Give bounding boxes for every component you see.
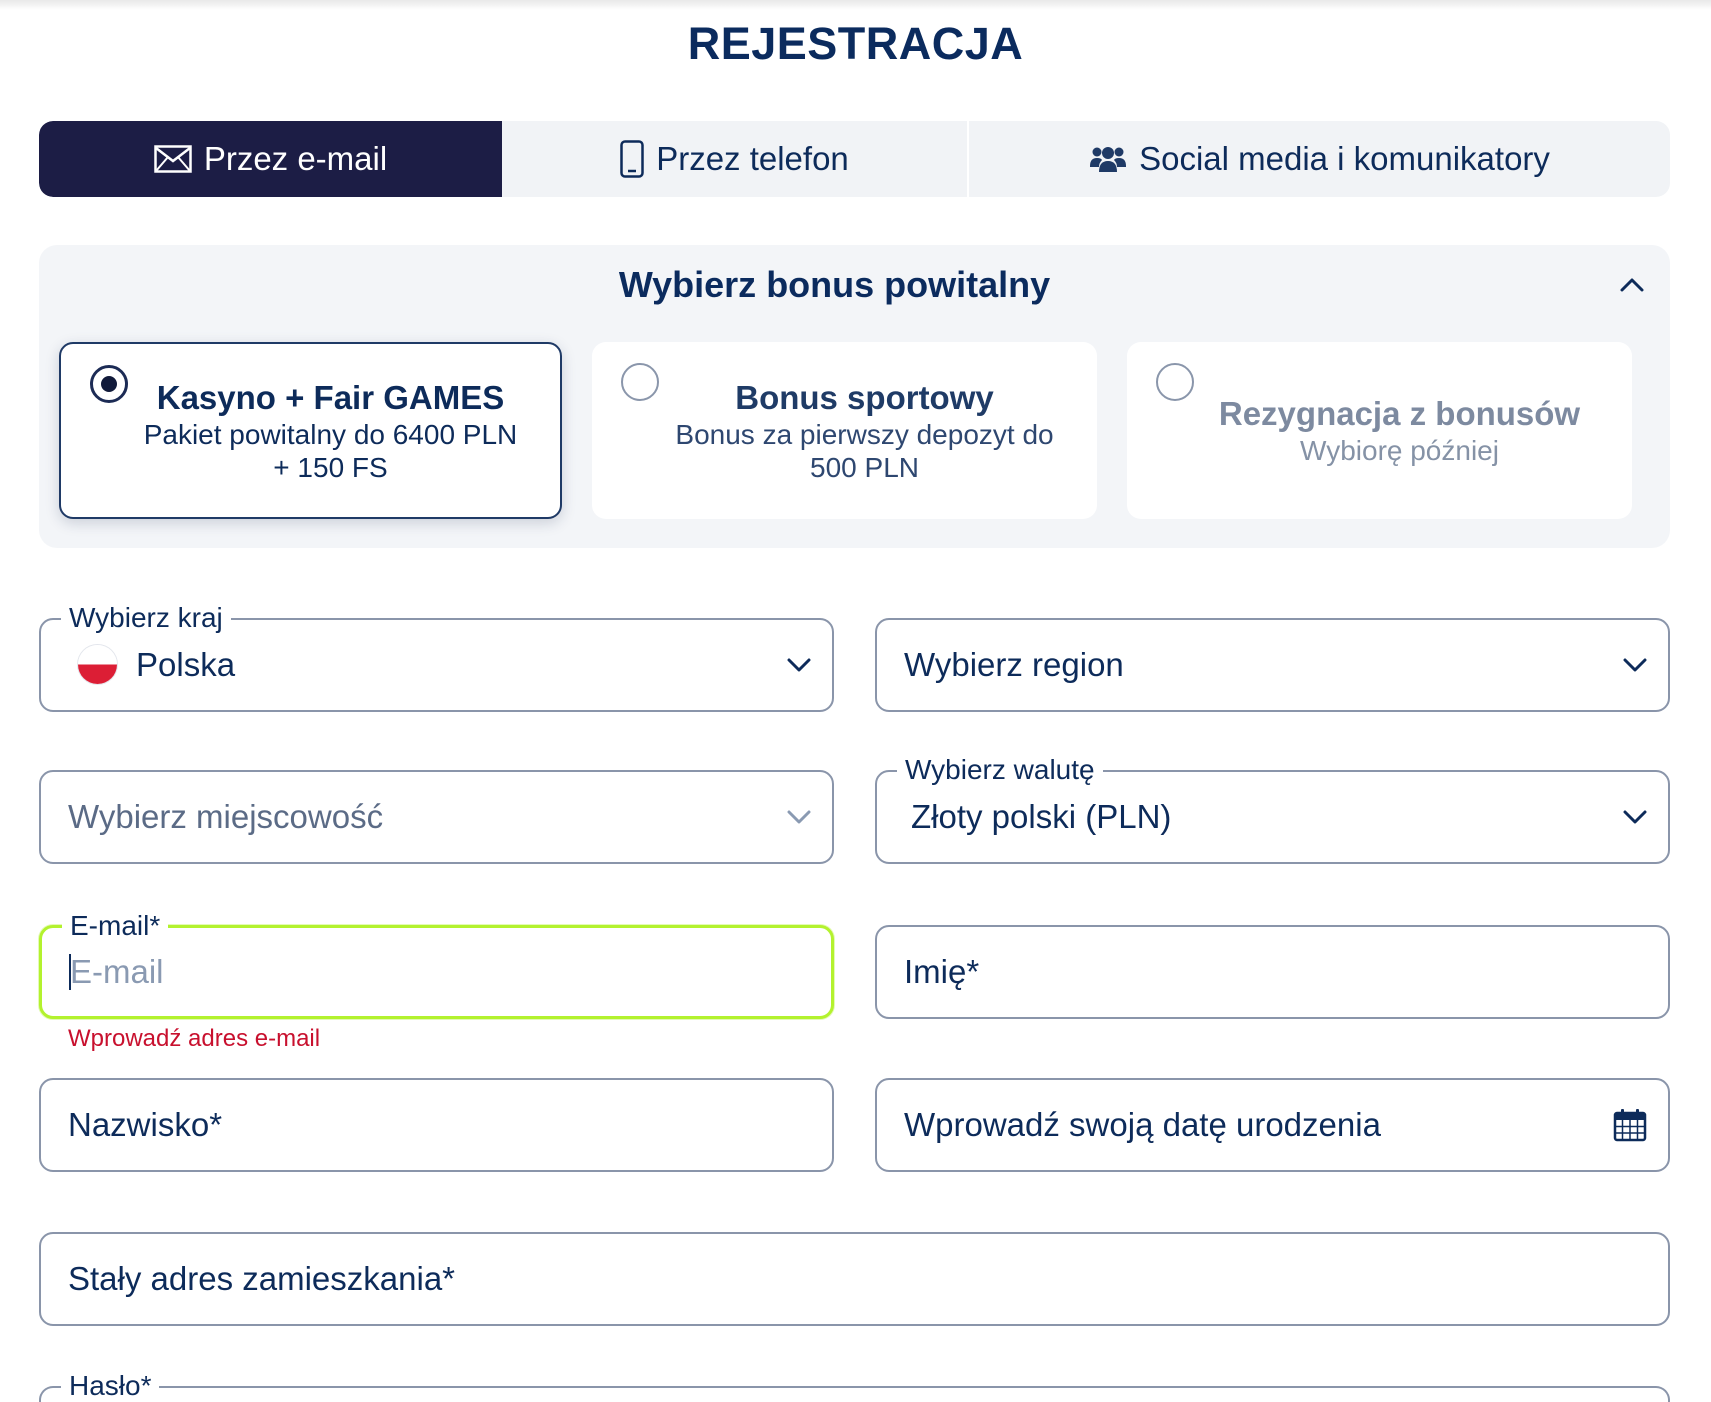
tab-phone-label: Przez telefon (656, 140, 849, 177)
tab-social-media[interactable]: Social media i komunikatory (969, 121, 1670, 197)
chevron-up-icon (1619, 277, 1645, 298)
birthdate-input[interactable] (877, 1080, 1668, 1170)
first-name-input[interactable] (877, 927, 1668, 1017)
currency-value: Złoty polski (PLN) (911, 798, 1172, 835)
city-placeholder: Wybierz miejscowość (68, 798, 384, 835)
country-value: Polska (136, 646, 236, 683)
page-title: REJESTRACJA (687, 18, 1024, 69)
bonus-panel-title: Wybierz bonus powitalny (618, 264, 1051, 305)
bonus-card-title: Bonus sportowy (735, 378, 994, 416)
chevron-down-icon (786, 653, 812, 677)
region-select[interactable]: Wybierz region (875, 618, 1670, 712)
bonus-card-subtitle: + 150 FS (273, 451, 388, 483)
registration-page: REJESTRACJA Przez e-mail Przez telefon S… (0, 0, 1711, 1402)
calendar-icon[interactable] (1612, 1107, 1648, 1143)
address-field[interactable] (39, 1232, 1670, 1326)
bonus-radio-sport[interactable] (621, 363, 659, 401)
tab-email[interactable]: Przez e-mail (39, 121, 502, 197)
address-input[interactable] (41, 1234, 1668, 1324)
bonus-card-subtitle: Pakiet powitalny do 6400 PLN (143, 418, 518, 450)
first-name-field[interactable] (875, 925, 1670, 1019)
email-field[interactable]: E-mail* (39, 910, 834, 1019)
phone-icon (620, 140, 644, 178)
text-caret (69, 954, 71, 990)
tab-email-label: Przez e-mail (203, 140, 388, 177)
chevron-down-icon (786, 805, 812, 829)
birthdate-field[interactable] (875, 1078, 1670, 1172)
bonus-card-casino[interactable]: Kasyno + Fair GAMES Pakiet powitalny do … (59, 342, 562, 519)
bonus-card-none[interactable]: Rezygnacja z bonusów Wybiorę później (1127, 342, 1632, 519)
collapse-bonus-button[interactable] (1614, 273, 1650, 301)
bonus-card-subtitle: 500 PLN (810, 451, 919, 483)
bonus-radio-casino[interactable] (90, 365, 128, 403)
last-name-input[interactable] (41, 1080, 832, 1170)
region-placeholder: Wybierz region (904, 646, 1124, 683)
bonus-card-title: Rezygnacja z bonusów (1218, 395, 1581, 432)
currency-select[interactable]: Wybierz walutę Złoty polski (PLN) (875, 754, 1670, 864)
poland-flag-icon (78, 645, 117, 684)
country-select[interactable]: Wybierz kraj Polska (39, 602, 834, 712)
welcome-bonus-panel: Wybierz bonus powitalny Kasyno + Fair GA… (39, 245, 1670, 548)
tab-social-media-label: Social media i komunikatory (1139, 140, 1550, 177)
top-shadow (0, 0, 1711, 10)
bonus-card-subtitle: Bonus za pierwszy depozyt do (675, 418, 1054, 450)
email-label: E-mail* (62, 910, 169, 942)
chevron-down-icon (1622, 805, 1648, 829)
last-name-field[interactable] (39, 1078, 834, 1172)
city-select[interactable]: Wybierz miejscowość (39, 770, 834, 864)
registration-method-tabs: Przez e-mail Przez telefon Social media … (39, 121, 1670, 197)
email-error-message: Wprowadź adres e-mail (68, 1025, 321, 1052)
password-field[interactable]: Hasło* (39, 1370, 1670, 1402)
users-icon (1089, 144, 1127, 174)
bonus-card-title: Kasyno + Fair GAMES (156, 378, 505, 416)
envelope-icon (154, 145, 192, 173)
bonus-card-sport[interactable]: Bonus sportowy Bonus za pierwszy depozyt… (592, 342, 1097, 519)
tab-phone[interactable]: Przez telefon (502, 121, 967, 197)
chevron-down-icon (1622, 653, 1648, 677)
bonus-radio-none[interactable] (1156, 363, 1194, 401)
bonus-card-subtitle: Wybiorę później (1300, 435, 1499, 466)
password-label: Hasło* (61, 1370, 160, 1402)
